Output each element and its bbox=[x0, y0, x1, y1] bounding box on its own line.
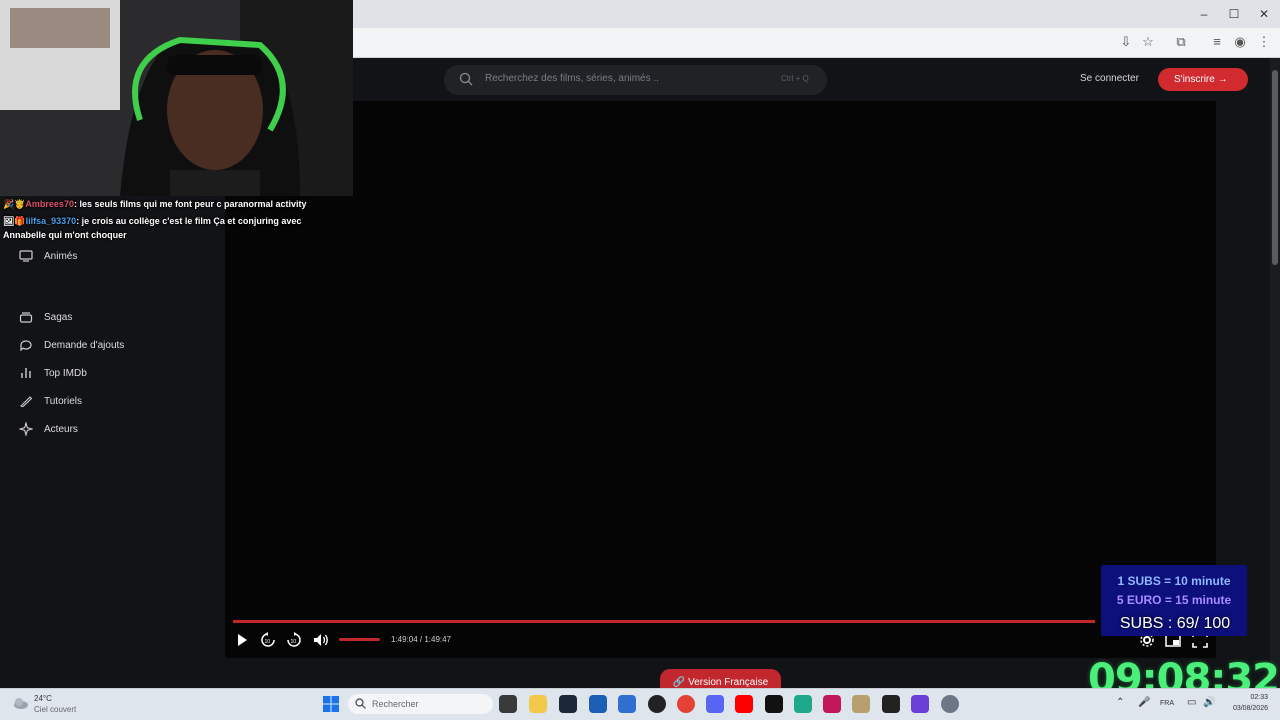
search-icon bbox=[355, 698, 366, 709]
subs-rule-1: 1 SUBS = 10 minute bbox=[1117, 574, 1231, 588]
search-input[interactable]: Recherchez des films, séries, animés .. bbox=[485, 73, 765, 84]
arrow-right-icon: → bbox=[1217, 74, 1228, 85]
version-label: Version Française bbox=[688, 677, 769, 688]
sidebar-item-sagas[interactable]: Sagas bbox=[18, 308, 72, 326]
app-icon[interactable] bbox=[852, 695, 870, 713]
webcam-feed bbox=[0, 0, 353, 196]
weather-description[interactable]: Ciel couvert bbox=[34, 705, 76, 714]
volume-icon[interactable] bbox=[312, 631, 330, 649]
microphone-icon[interactable]: 🎤 bbox=[1138, 697, 1150, 708]
system-time[interactable]: 02:33 bbox=[1230, 694, 1268, 701]
volume-slider[interactable] bbox=[339, 638, 380, 641]
close-icon[interactable]: ✕ bbox=[1256, 6, 1272, 22]
refresh-chat-icon bbox=[18, 337, 34, 353]
chat-badges: 🎉🤴 bbox=[3, 199, 26, 209]
version-francaise-button[interactable]: 🔗 Version Française bbox=[660, 669, 781, 688]
sidebar-item-top-imdb[interactable]: Top IMDb bbox=[18, 364, 87, 382]
language-indicator[interactable]: FRA bbox=[1160, 700, 1174, 707]
scrollbar-thumb[interactable] bbox=[1272, 70, 1278, 265]
svg-text:10: 10 bbox=[265, 639, 271, 645]
subs-rule-2: 5 EURO = 15 minute bbox=[1116, 593, 1232, 607]
chevron-up-icon[interactable]: ⌃ bbox=[1116, 697, 1124, 708]
profile-icon[interactable]: ◉ bbox=[1232, 34, 1248, 50]
speaker-icon[interactable]: 🔊 bbox=[1203, 697, 1215, 708]
install-icon[interactable]: ⇩ bbox=[1118, 34, 1134, 50]
sidebar-item-acteurs[interactable]: Acteurs bbox=[18, 420, 78, 438]
sidebar-item-label: Sagas bbox=[44, 311, 73, 323]
tab-search-icon[interactable]: ≡ bbox=[1209, 34, 1225, 50]
sidebar-item-label: Acteurs bbox=[44, 423, 78, 435]
weather-temperature[interactable]: 24°C bbox=[34, 694, 52, 703]
chrome-icon[interactable] bbox=[677, 695, 695, 713]
tiktok-icon[interactable] bbox=[765, 695, 783, 713]
sidebar-item-animes[interactable]: Animés bbox=[18, 247, 77, 265]
display-icon[interactable]: ▭ bbox=[1187, 697, 1196, 708]
app-icon[interactable] bbox=[618, 695, 636, 713]
video-time: 1:49:04 / 1:49:47 bbox=[391, 635, 452, 644]
windows-taskbar bbox=[0, 688, 1280, 720]
signup-label: S'inscrire bbox=[1174, 74, 1215, 85]
taskbar-search-label: Rechercher bbox=[372, 699, 419, 709]
task-view-icon[interactable] bbox=[499, 695, 517, 713]
menu-icon[interactable]: ⋮ bbox=[1256, 34, 1272, 50]
search-icon bbox=[459, 72, 473, 86]
chat-message: 🎉🤴Ambrees70: les seuls films qui me font… bbox=[3, 197, 343, 211]
discord-icon[interactable] bbox=[706, 695, 724, 713]
sidebar-item-label: Demande d'ajouts bbox=[44, 339, 125, 351]
chat-badges: 🖼🎁 bbox=[3, 216, 26, 226]
subs-count: SUBS : 69/ 100 bbox=[1119, 615, 1231, 632]
system-date[interactable]: 03/08/2026 bbox=[1224, 705, 1268, 712]
chat-username: lilfsa_93370 bbox=[25, 216, 77, 226]
cloud-icon bbox=[14, 698, 28, 709]
store-icon[interactable] bbox=[589, 695, 607, 713]
steam-icon[interactable] bbox=[559, 695, 577, 713]
chat-username: Ambrees70 bbox=[25, 199, 74, 209]
sidebar-item-label: Tutoriels bbox=[44, 395, 82, 407]
pen-icon bbox=[18, 393, 34, 409]
sidebar-item-label: Animés bbox=[44, 250, 78, 262]
svg-text:10: 10 bbox=[291, 639, 297, 645]
app-icon[interactable] bbox=[911, 695, 929, 713]
forward-10-icon[interactable]: 10 bbox=[285, 631, 303, 649]
epic-games-icon[interactable] bbox=[882, 695, 900, 713]
windows-start-icon[interactable] bbox=[323, 696, 339, 712]
rewind-10-icon[interactable]: 10 bbox=[259, 631, 277, 649]
video-player[interactable] bbox=[225, 101, 1216, 658]
capture-app-icon[interactable] bbox=[823, 695, 841, 713]
star-icon[interactable]: ☆ bbox=[1140, 34, 1156, 50]
extensions-icon[interactable]: ⧉ bbox=[1173, 34, 1189, 50]
sidebar-item-demande-ajouts[interactable]: Demande d'ajouts bbox=[18, 336, 124, 354]
sparkle-icon bbox=[18, 421, 34, 437]
chat-message: 🖼🎁lilfsa_93370: je crois au collège c'es… bbox=[3, 214, 343, 242]
play-icon[interactable] bbox=[233, 631, 251, 649]
stack-icon bbox=[18, 309, 34, 325]
search-shortcut-hint: Ctrl + Q bbox=[781, 74, 809, 83]
chat-text: : les seuls films qui me font peur c par… bbox=[73, 199, 307, 209]
minimize-icon[interactable]: – bbox=[1196, 6, 1212, 22]
bar-chart-icon bbox=[18, 365, 34, 381]
youtube-icon[interactable] bbox=[735, 695, 753, 713]
login-link[interactable]: Se connecter bbox=[1080, 73, 1139, 84]
sidebar-item-tutoriels[interactable]: Tutoriels bbox=[18, 392, 82, 410]
audio-app-icon[interactable] bbox=[794, 695, 812, 713]
settings-icon[interactable] bbox=[941, 695, 959, 713]
link-icon: 🔗 bbox=[672, 677, 686, 688]
sidebar-item-label: Top IMDb bbox=[44, 367, 87, 379]
video-progress-bar[interactable] bbox=[233, 620, 1096, 623]
signup-button[interactable]: S'inscrire → bbox=[1158, 68, 1248, 91]
tv-icon bbox=[18, 248, 34, 264]
taskbar-search[interactable] bbox=[348, 694, 493, 714]
file-explorer-icon[interactable] bbox=[529, 695, 547, 713]
maximize-icon[interactable]: ☐ bbox=[1226, 6, 1242, 22]
obs-icon[interactable] bbox=[648, 695, 666, 713]
